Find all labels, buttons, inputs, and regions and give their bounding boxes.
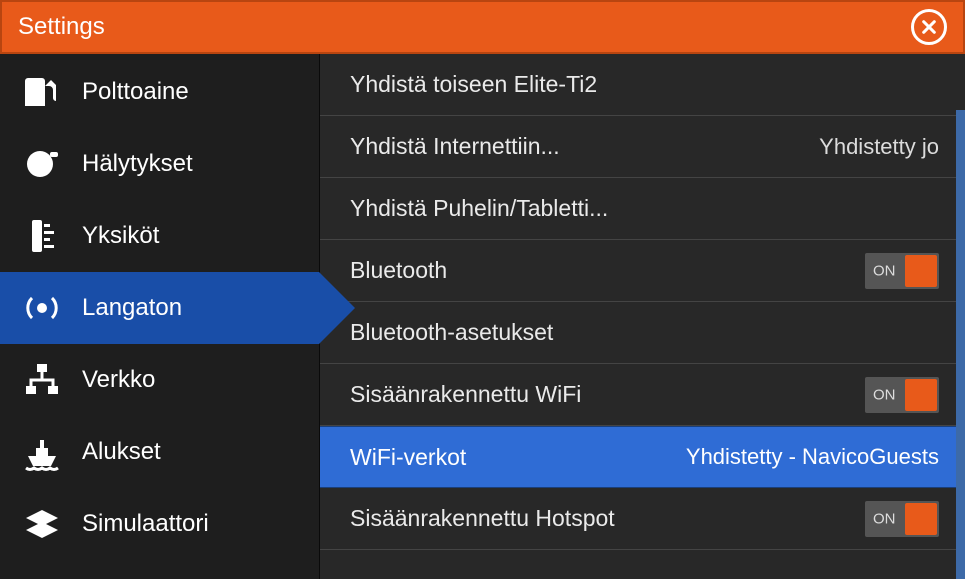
sidebar-item-label: Verkko — [82, 366, 155, 394]
row-label: Bluetooth-asetukset — [350, 319, 553, 346]
row-label: Yhdistä Internettiin... — [350, 133, 560, 160]
row-label: Yhdistä toiseen Elite-Ti2 — [350, 71, 597, 98]
alarm-icon — [22, 144, 62, 184]
row-builtin-wifi[interactable]: Sisäänrakennettu WiFi ON — [320, 364, 965, 426]
row-value: Yhdistetty - NavicoGuests — [686, 444, 939, 470]
close-button[interactable] — [911, 9, 947, 45]
toggle-on-label: ON — [873, 262, 896, 279]
toggle-knob — [905, 503, 937, 535]
row-wifi-networks[interactable]: WiFi-verkot Yhdistetty - NavicoGuests — [320, 426, 965, 488]
row-label: WiFi-verkot — [350, 444, 466, 471]
row-connect-phone[interactable]: Yhdistä Puhelin/Tabletti... — [320, 178, 965, 240]
toggle-on-label: ON — [873, 386, 896, 403]
titlebar: Settings — [0, 0, 965, 54]
row-connect-elite[interactable]: Yhdistä toiseen Elite-Ti2 — [320, 54, 965, 116]
settings-window: Settings Polttoaine Hälytykset — [0, 0, 965, 579]
sidebar-item-label: Alukset — [82, 438, 161, 466]
close-icon — [921, 19, 937, 35]
sidebar-item-label: Simulaattori — [82, 510, 209, 538]
wireless-icon — [22, 288, 62, 328]
scrollbar[interactable] — [956, 110, 965, 579]
sidebar-item-alarms[interactable]: Hälytykset — [0, 128, 319, 200]
network-icon — [22, 360, 62, 400]
builtin-hotspot-toggle[interactable]: ON — [865, 501, 939, 537]
fuel-icon — [22, 72, 62, 112]
vessel-icon — [22, 432, 62, 472]
toggle-knob — [905, 255, 937, 287]
row-value: Yhdistetty jo — [819, 134, 939, 160]
row-label: Bluetooth — [350, 257, 447, 284]
sidebar-item-label: Polttoaine — [82, 78, 189, 106]
sidebar: Polttoaine Hälytykset Yksiköt Langaton — [0, 54, 320, 579]
sidebar-item-label: Langaton — [82, 294, 182, 322]
sidebar-item-label: Hälytykset — [82, 150, 193, 178]
body: Polttoaine Hälytykset Yksiköt Langaton — [0, 54, 965, 579]
toggle-knob — [905, 379, 937, 411]
row-builtin-hotspot[interactable]: Sisäänrakennettu Hotspot ON — [320, 488, 965, 550]
bluetooth-toggle[interactable]: ON — [865, 253, 939, 289]
row-label: Yhdistä Puhelin/Tabletti... — [350, 195, 608, 222]
sidebar-item-label: Yksiköt — [82, 222, 159, 250]
row-bluetooth[interactable]: Bluetooth ON — [320, 240, 965, 302]
toggle-on-label: ON — [873, 510, 896, 527]
row-bluetooth-settings[interactable]: Bluetooth-asetukset — [320, 302, 965, 364]
sidebar-item-simulator[interactable]: Simulaattori — [0, 488, 319, 560]
layers-icon — [22, 504, 62, 544]
row-label: Sisäänrakennettu WiFi — [350, 381, 581, 408]
row-label: Sisäänrakennettu Hotspot — [350, 505, 615, 532]
sidebar-item-fuel[interactable]: Polttoaine — [0, 56, 319, 128]
sidebar-item-units[interactable]: Yksiköt — [0, 200, 319, 272]
sidebar-item-network[interactable]: Verkko — [0, 344, 319, 416]
builtin-wifi-toggle[interactable]: ON — [865, 377, 939, 413]
ruler-icon — [22, 216, 62, 256]
sidebar-item-wireless[interactable]: Langaton — [0, 272, 319, 344]
sidebar-item-vessels[interactable]: Alukset — [0, 416, 319, 488]
content-panel: Yhdistä toiseen Elite-Ti2 Yhdistä Intern… — [320, 54, 965, 579]
row-connect-internet[interactable]: Yhdistä Internettiin... Yhdistetty jo — [320, 116, 965, 178]
window-title: Settings — [18, 13, 105, 41]
